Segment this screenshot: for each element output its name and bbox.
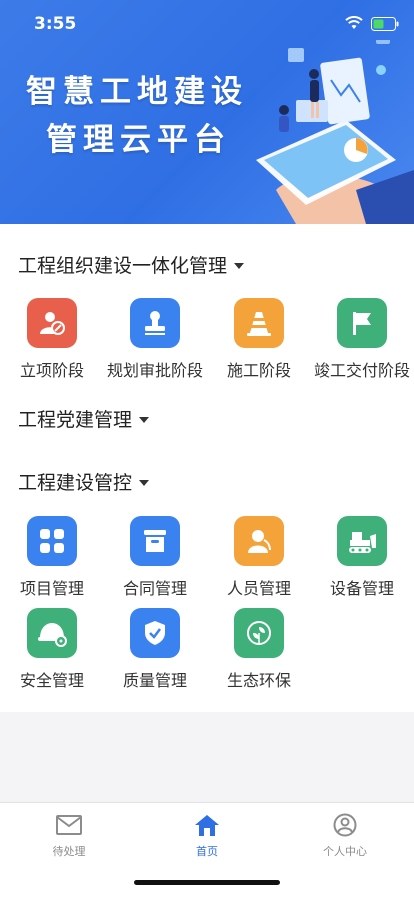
grid-item-safety-management[interactable]: 安全管理 — [0, 608, 104, 691]
shield-check-icon — [130, 608, 180, 658]
tab-label: 待处理 — [52, 845, 86, 858]
section-control-title: 工程建设管控 — [18, 472, 133, 494]
grid-item-label: 生态环保 — [226, 671, 291, 690]
smart-site-illustration — [256, 40, 414, 224]
grid-item-label: 竣工交付阶段 — [313, 361, 410, 380]
grid-item-label: 规划审批阶段 — [106, 361, 203, 380]
grid-item-quality-management[interactable]: 质量管理 — [103, 608, 207, 691]
grid-item-label: 项目管理 — [19, 579, 84, 598]
home-icon — [195, 815, 219, 836]
section-party-title: 工程党建管理 — [18, 409, 133, 431]
grid-item-label: 设备管理 — [329, 579, 394, 598]
grid-item-project-approval[interactable]: 立项阶段 — [0, 298, 104, 381]
archive-box-icon — [130, 516, 180, 566]
flag-icon — [337, 298, 387, 348]
tab-label: 首页 — [196, 845, 218, 858]
project-approval-icon — [27, 298, 77, 348]
bulldozer-icon — [337, 516, 387, 566]
tab-home[interactable]: 首页 — [157, 813, 257, 859]
wifi-icon — [345, 16, 363, 29]
traffic-cone-icon — [234, 298, 284, 348]
grid-item-label: 施工阶段 — [226, 361, 291, 380]
grid-item-label: 人员管理 — [226, 579, 291, 598]
grid-item-contract-management[interactable]: 合同管理 — [103, 516, 207, 599]
person-icon — [234, 516, 284, 566]
grid-item-label: 立项阶段 — [19, 361, 84, 380]
section-control-header[interactable]: 工程建设管控 — [18, 468, 150, 495]
caret-down-icon — [139, 416, 150, 423]
tab-profile[interactable]: 个人中心 — [295, 813, 395, 859]
leaf-icon — [234, 608, 284, 658]
grid-item-ecology-protection[interactable]: 生态环保 — [207, 608, 311, 691]
user-icon — [333, 813, 357, 837]
banner-title: 智慧工地建设 管理云平台 — [26, 68, 248, 164]
header-banner: 3:55 智慧工地建设 管理云平台 — [0, 0, 414, 224]
section-party-header[interactable]: 工程党建管理 — [18, 405, 150, 432]
grid-item-label: 安全管理 — [19, 671, 84, 690]
caret-down-icon — [139, 479, 150, 486]
grid-item-planning-approval[interactable]: 规划审批阶段 — [103, 298, 207, 381]
caret-down-icon — [234, 262, 245, 269]
main-content: 工程组织建设一体化管理 立项阶段 规划审批阶段 施工阶段 竣工交付阶段 工程党建… — [0, 224, 414, 712]
safety-helmet-icon — [27, 608, 77, 658]
grid-item-project-management[interactable]: 项目管理 — [0, 516, 104, 599]
mail-icon — [56, 815, 82, 835]
grid-item-personnel-management[interactable]: 人员管理 — [207, 516, 311, 599]
banner-title-line2: 管理云平台 — [46, 122, 231, 158]
grid-item-construction[interactable]: 施工阶段 — [207, 298, 311, 381]
status-time: 3:55 — [34, 14, 77, 34]
grid-item-completion-delivery[interactable]: 竣工交付阶段 — [310, 298, 414, 381]
banner-title-line1: 智慧工地建设 — [26, 74, 248, 110]
grid-icon — [27, 516, 77, 566]
stamp-icon — [130, 298, 180, 348]
tab-pending[interactable]: 待处理 — [19, 813, 119, 859]
grid-item-label: 合同管理 — [122, 579, 187, 598]
section-org-header[interactable]: 工程组织建设一体化管理 — [18, 251, 245, 278]
tab-label: 个人中心 — [323, 845, 367, 858]
grid-item-equipment-management[interactable]: 设备管理 — [310, 516, 414, 599]
grid-item-label: 质量管理 — [122, 671, 187, 690]
home-indicator — [134, 880, 280, 885]
section-org-title: 工程组织建设一体化管理 — [18, 255, 228, 277]
battery-icon — [371, 17, 399, 31]
